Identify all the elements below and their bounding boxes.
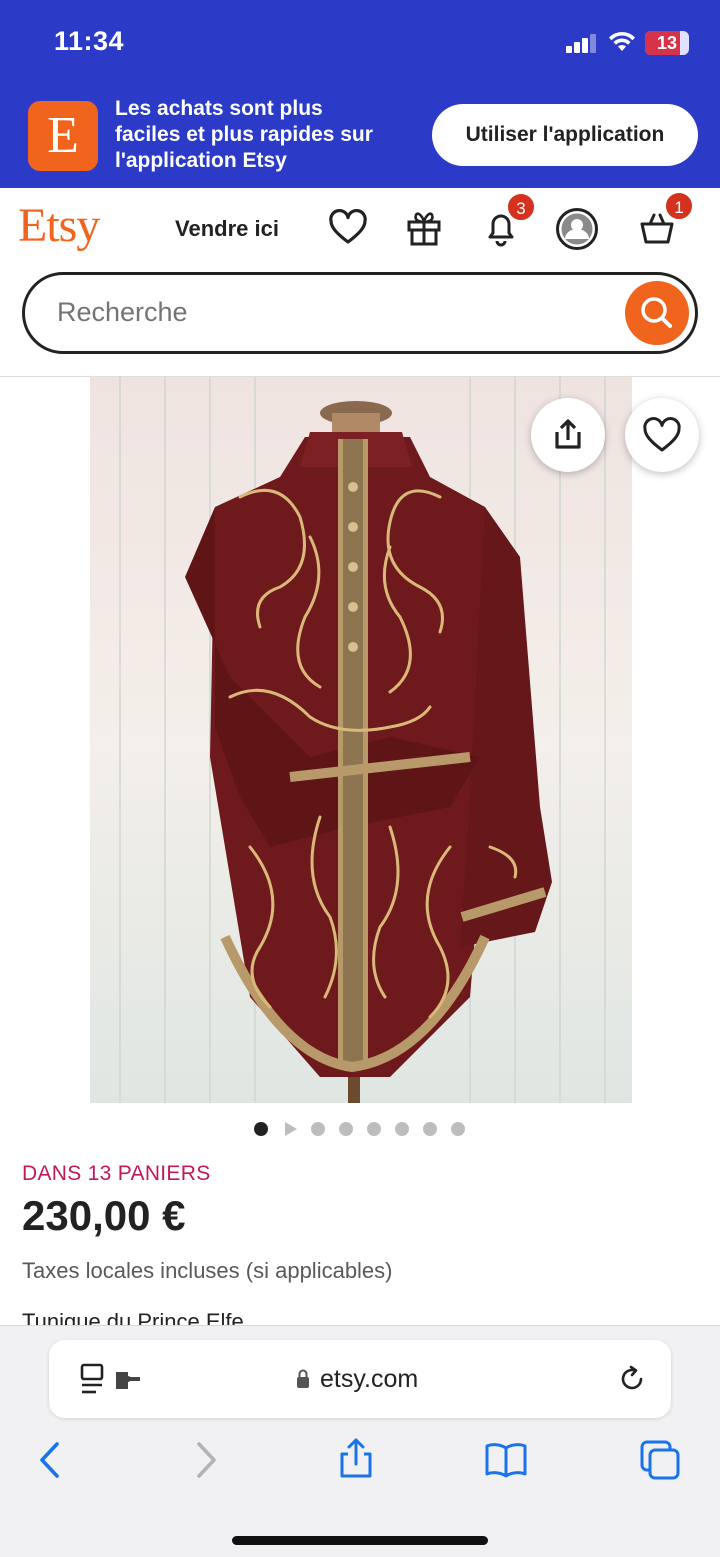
- site-header: Etsy Vendre ici 3 1: [0, 188, 720, 272]
- status-time: 11:34: [54, 26, 125, 56]
- app-banner-line: l'application Etsy: [115, 149, 287, 172]
- battery-indicator: 13: [645, 31, 689, 55]
- app-banner-line: faciles et plus rapides sur: [115, 123, 373, 146]
- embroidered-tunic-photo: [90, 377, 632, 1103]
- reader-extensions-icon[interactable]: [79, 1363, 145, 1397]
- search-button[interactable]: [625, 281, 689, 345]
- carousel-dot[interactable]: [423, 1122, 437, 1136]
- lock-icon: [297, 1369, 309, 1388]
- tabs-icon[interactable]: [638, 1438, 682, 1482]
- heart-icon: [643, 417, 681, 452]
- url-text: etsy.com: [320, 1365, 419, 1393]
- account-avatar-icon[interactable]: [555, 207, 599, 251]
- home-indicator: [232, 1536, 488, 1545]
- share-button[interactable]: [531, 398, 605, 472]
- carousel-dot[interactable]: [367, 1122, 381, 1136]
- search-bar: [22, 272, 698, 354]
- favorite-item-button[interactable]: [625, 398, 699, 472]
- reload-icon[interactable]: [617, 1364, 647, 1394]
- cellular-signal-icon: [566, 33, 598, 53]
- notifications-badge: 3: [506, 192, 536, 222]
- app-install-banner: E Les achats sont plus faciles et plus r…: [0, 88, 720, 188]
- address-bar[interactable]: etsy.com: [49, 1340, 671, 1418]
- carousel-dot-active[interactable]: [254, 1122, 268, 1136]
- product-price: 230,00 €: [22, 1192, 186, 1239]
- bookmarks-book-icon[interactable]: [484, 1438, 528, 1482]
- forward-icon[interactable]: [184, 1438, 228, 1482]
- app-banner-line: Les achats sont plus: [115, 97, 323, 120]
- share-icon: [555, 419, 581, 449]
- carousel-indicator: [254, 1121, 474, 1137]
- status-bar: 11:34 13: [0, 0, 720, 86]
- use-app-button[interactable]: Utiliser l'application: [432, 104, 698, 166]
- back-icon[interactable]: [28, 1438, 72, 1482]
- carousel-dot[interactable]: [395, 1122, 409, 1136]
- gift-icon[interactable]: [404, 208, 444, 248]
- cart-count-badge: 1: [664, 191, 694, 221]
- etsy-app-icon: E: [28, 101, 98, 171]
- search-input[interactable]: [57, 297, 577, 328]
- browser-toolbar: etsy.com: [0, 1325, 720, 1557]
- share-sheet-icon[interactable]: [334, 1436, 378, 1480]
- favorites-heart-icon[interactable]: [328, 208, 368, 248]
- product-image[interactable]: [90, 377, 632, 1103]
- tax-note: Taxes locales incluses (si applicables): [22, 1258, 393, 1283]
- sell-link[interactable]: Vendre ici: [175, 216, 279, 242]
- product-title[interactable]: Tunique du Prince Elfe: [22, 1308, 244, 1326]
- carousel-dot[interactable]: [451, 1122, 465, 1136]
- in-baskets-label: DANS 13 PANIERS: [22, 1162, 211, 1185]
- carousel-dot[interactable]: [339, 1122, 353, 1136]
- carousel-dot[interactable]: [311, 1122, 325, 1136]
- video-play-icon[interactable]: [282, 1121, 298, 1137]
- etsy-logo[interactable]: Etsy: [18, 198, 100, 253]
- app-banner-message: Les achats sont plus faciles et plus rap…: [115, 96, 415, 174]
- wifi-icon: [609, 31, 635, 51]
- search-icon: [641, 297, 672, 328]
